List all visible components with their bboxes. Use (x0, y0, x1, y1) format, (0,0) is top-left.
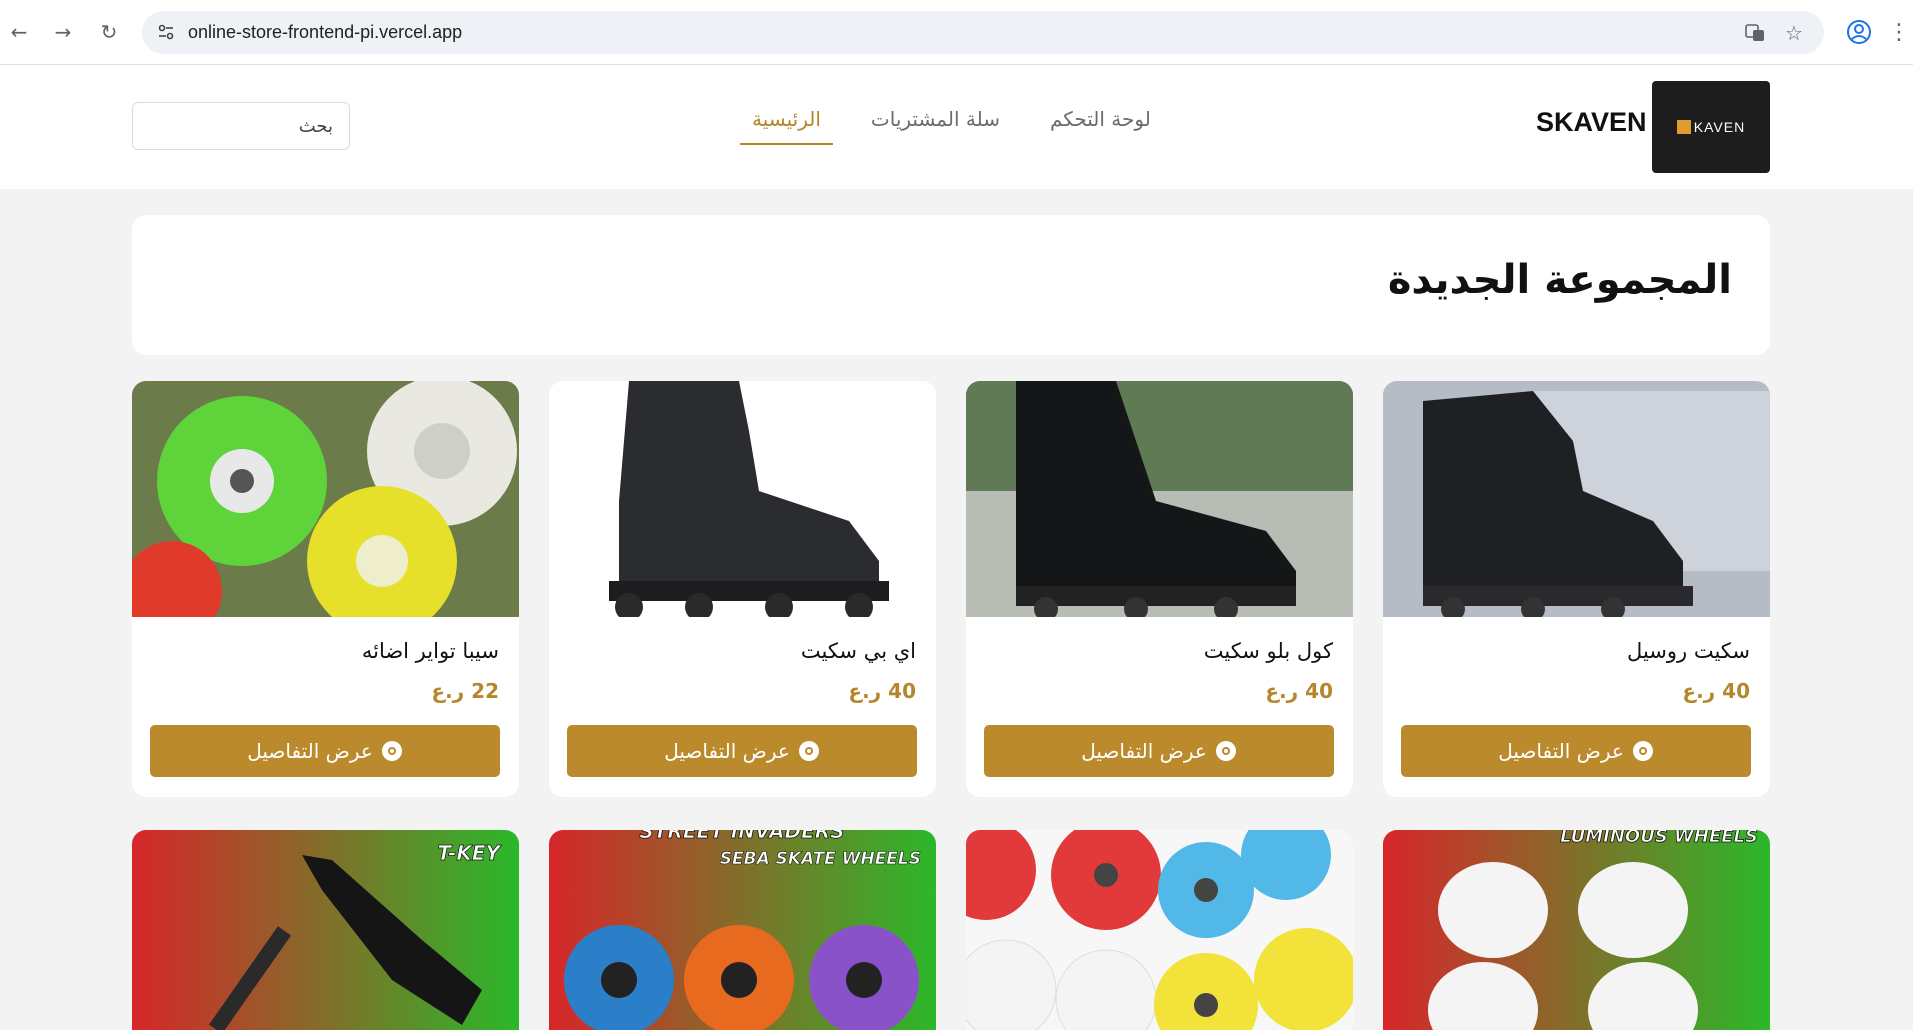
more-menu-icon[interactable]: ⋮ (1888, 17, 1910, 47)
address-bar[interactable]: online-store-frontend-pi.vercel.app ☆ (142, 11, 1824, 54)
product-price: 40 ر.ع (1265, 679, 1333, 703)
seba-skate-wheels-image[interactable]: STREET INVADERS SEBA SKATE WHEELS (549, 830, 936, 1030)
nav-dashboard[interactable]: لوحة التحكم (1038, 107, 1163, 143)
view-details-label: عرض التفاصيل (1081, 739, 1207, 763)
brand-name[interactable]: SKAVEN (1536, 107, 1647, 138)
black-skate-park-image (966, 381, 1353, 617)
product-price: 22 ر.ع (431, 679, 499, 703)
eye-icon (1215, 741, 1236, 761)
product-card[interactable]: سيبا تواير اضائه 22 ر.ع عرض التفاصيل (132, 381, 519, 797)
main-nav: الرئيسية سلة المشتريات لوحة التحكم (740, 107, 1163, 155)
url-text[interactable]: online-store-frontend-pi.vercel.app (188, 22, 462, 43)
brand-logo[interactable]: KAVEN (1652, 81, 1770, 173)
bookmark-star-icon[interactable]: ☆ (1782, 21, 1806, 45)
product-card[interactable] (966, 830, 1353, 1030)
view-details-button[interactable]: عرض التفاصيل (984, 725, 1334, 777)
view-details-label: عرض التفاصيل (247, 739, 373, 763)
product-card[interactable]: T-KEY (132, 830, 519, 1030)
eye-icon (381, 741, 402, 761)
product-price: 40 ر.ع (1682, 679, 1750, 703)
product-price: 40 ر.ع (848, 679, 916, 703)
translate-icon[interactable] (1743, 21, 1767, 45)
product-card[interactable]: سكيت روسيل 40 ر.ع عرض التفاصيل (1383, 381, 1770, 797)
site-header: الرئيسية سلة المشتريات لوحة التحكم SKAVE… (0, 65, 1913, 189)
product-card[interactable]: كول بلو سكيت 40 ر.ع عرض التفاصيل (966, 381, 1353, 797)
product-caption: SEBA SKATE WHEELS (720, 849, 921, 869)
eye-icon (798, 741, 819, 761)
heart-wheels-image[interactable] (966, 830, 1353, 1030)
logo-mark-icon (1676, 120, 1691, 134)
eye-icon (1632, 741, 1653, 761)
product-card[interactable]: STREET INVADERS SEBA SKATE WHEELS (549, 830, 936, 1030)
product-caption: LUMINOUS WHEELS (1560, 830, 1758, 847)
section-title: المجموعة الجديدة (1387, 257, 1732, 303)
site-settings-icon[interactable] (156, 22, 176, 42)
black-skate-white-image (549, 381, 936, 617)
product-image[interactable] (966, 381, 1353, 617)
product-card[interactable]: LUMINOUS WHEELS (1383, 830, 1770, 1030)
forward-icon[interactable]: → (48, 17, 78, 47)
search-input[interactable] (132, 102, 350, 150)
product-name[interactable]: سيبا تواير اضائه (362, 639, 499, 663)
view-details-label: عرض التفاصيل (664, 739, 790, 763)
luminous-wheels-image[interactable]: LUMINOUS WHEELS (1383, 830, 1770, 1030)
view-details-button[interactable]: عرض التفاصيل (150, 725, 500, 777)
profile-icon[interactable] (1846, 19, 1872, 45)
view-details-button[interactable]: عرض التفاصيل (1401, 725, 1751, 777)
browser-toolbar: ← → ↻ online-store-frontend-pi.vercel.ap… (0, 0, 1913, 65)
view-details-button[interactable]: عرض التفاصيل (567, 725, 917, 777)
view-details-label: عرض التفاصيل (1498, 739, 1624, 763)
product-name[interactable]: اي بي سكيت (801, 639, 916, 663)
nav-home[interactable]: الرئيسية (740, 107, 833, 145)
reload-icon[interactable]: ↻ (94, 17, 124, 47)
product-caption-top: STREET INVADERS (639, 830, 844, 843)
t-key-image[interactable]: T-KEY (132, 830, 519, 1030)
nav-cart[interactable]: سلة المشتريات (859, 107, 1012, 143)
product-card[interactable]: اي بي سكيت 40 ر.ع عرض التفاصيل (549, 381, 936, 797)
product-caption: T-KEY (437, 841, 502, 865)
product-name[interactable]: سكيت روسيل (1627, 639, 1750, 663)
product-name[interactable]: كول بلو سكيت (1204, 639, 1333, 663)
section-header: المجموعة الجديدة (132, 215, 1770, 355)
product-image[interactable] (1383, 381, 1770, 617)
back-icon[interactable]: ← (4, 17, 34, 47)
product-image[interactable] (549, 381, 936, 617)
black-skate-plastic-image (1383, 381, 1770, 617)
product-image[interactable] (132, 381, 519, 617)
logo-text: KAVEN (1693, 119, 1746, 135)
colored-wheels-image (132, 381, 519, 617)
